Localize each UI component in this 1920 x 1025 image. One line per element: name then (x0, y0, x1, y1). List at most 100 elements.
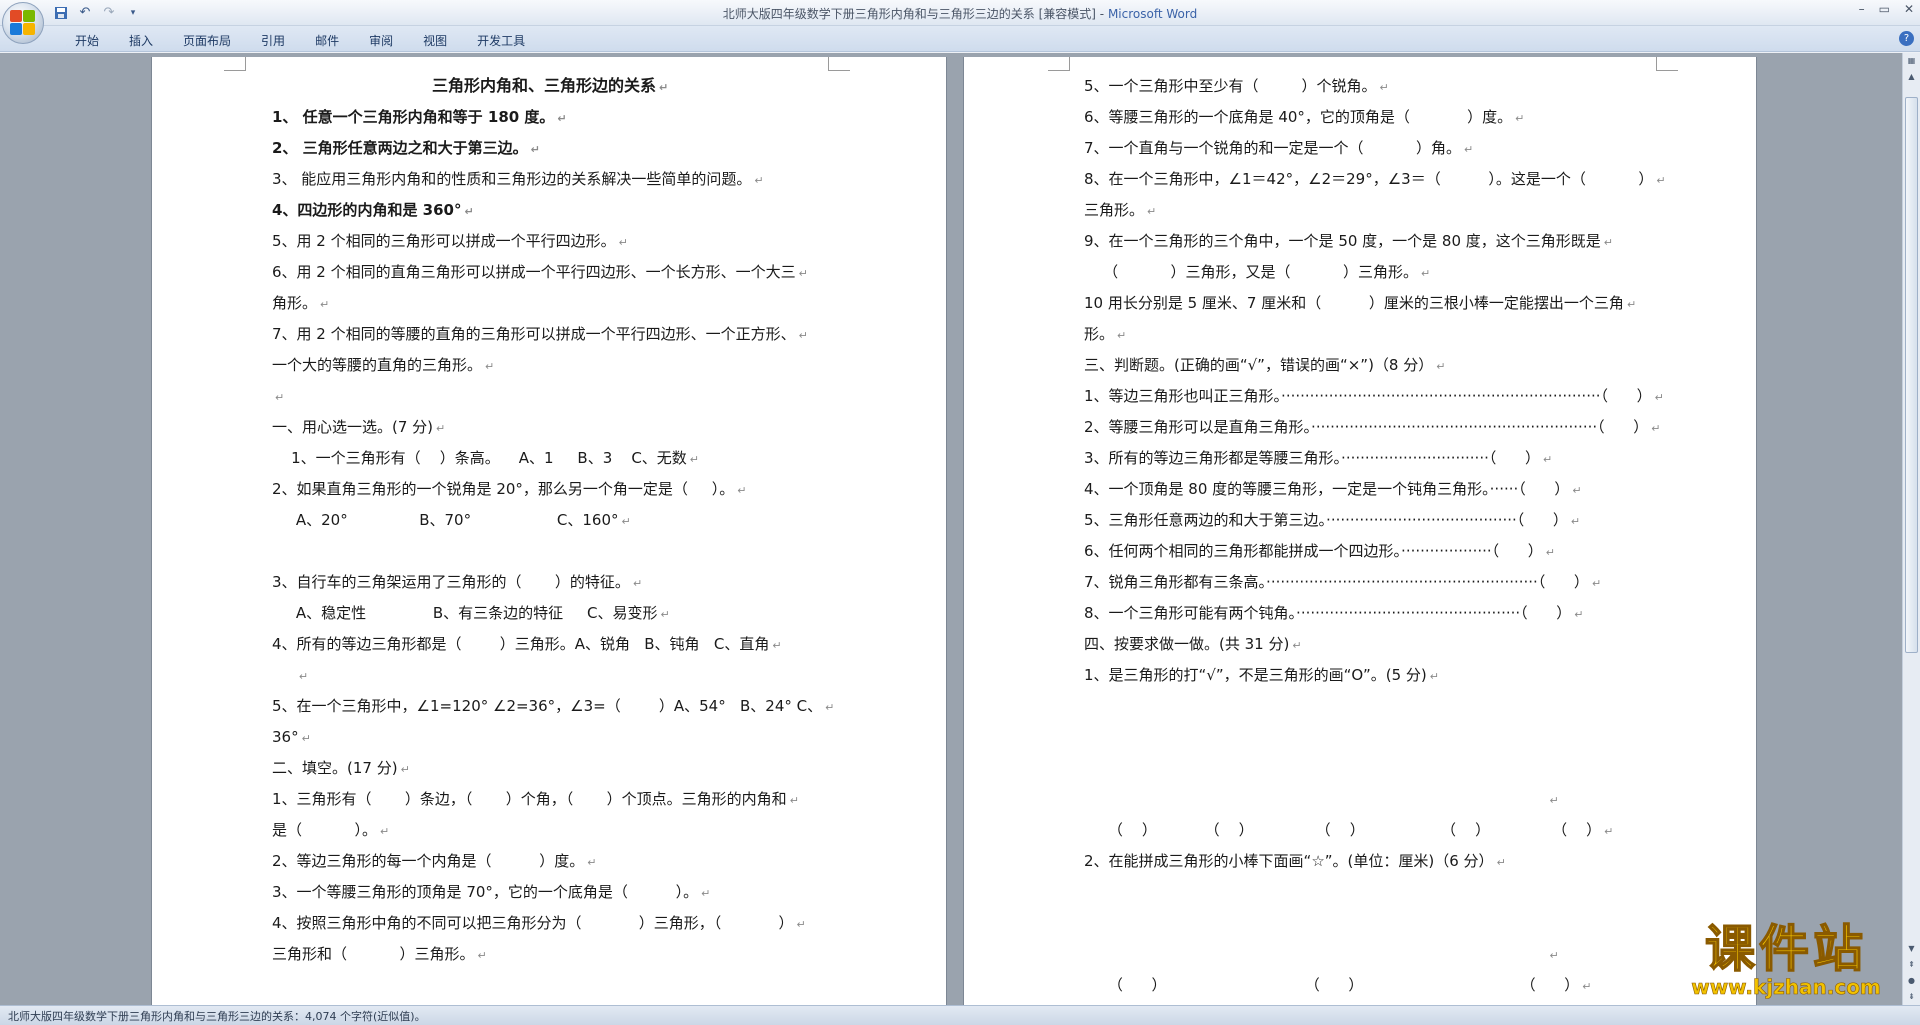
tab-home[interactable]: 开始 (60, 30, 114, 51)
left_page-line: 7、用 2 个相同的等腰的直角的三角形可以拼成一个平行四边形、一个正方形、 ↵ (272, 325, 808, 343)
previous-page-icon[interactable]: ⇞ (1904, 957, 1919, 972)
paragraph-mark-icon: ↵ (587, 856, 597, 869)
paragraph-mark-icon: ↵ (772, 639, 782, 652)
left_page-line: 一、用心选一选。(7 分) ↵ (272, 418, 446, 436)
right_page-line: 7、一个直角与一个锐角的和一定是一个（ ）角。 ↵ (1084, 139, 1474, 157)
right_page-line: 6、任何两个相同的三角形都能拼成一个四边形。··················… (1084, 542, 1555, 560)
right_page-line: 1、等边三角形也叫正三角形。··························… (1084, 387, 1664, 405)
status-text: 北师大版四年级数学下册三角形内角和与三角形三边的关系：4,074 个字符(近似值… (8, 1010, 426, 1023)
tab-developer[interactable]: 开发工具 (462, 30, 540, 51)
paragraph-mark-icon: ↵ (1591, 577, 1602, 590)
close-button[interactable]: ✕ (1904, 2, 1914, 16)
scroll-up-icon[interactable]: ▲ (1904, 69, 1919, 84)
left_page-line: 36° ↵ (272, 728, 311, 746)
paragraph-mark-icon: ↵ (737, 484, 747, 497)
paragraph-mark-icon: ↵ (1436, 360, 1446, 373)
left_page-line: 1、 任意一个三角形内角和等于 180 度。 ↵ (272, 108, 567, 126)
paragraph-mark-icon: ↵ (1292, 639, 1302, 652)
paragraph-mark-icon: ↵ (798, 329, 808, 342)
next-page-icon[interactable]: ⇟ (1904, 989, 1919, 1004)
vertical-scrollbar[interactable]: ▦ ▲ ▼ ⇞ ● ⇟ (1902, 53, 1920, 1005)
status-bar: 北师大版四年级数学下册三角形内角和与三角形三边的关系：4,074 个字符(近似值… (0, 1005, 1920, 1025)
right_page-line: ↵ (1084, 944, 1559, 966)
paragraph-mark-icon: ↵ (1656, 174, 1666, 187)
tab-insert[interactable]: 插入 (114, 30, 168, 51)
window-title: 北师大版四年级数学下册三角形内角和与三角形三边的关系 [兼容模式] - Micr… (722, 7, 1198, 21)
right_page-line: 三、判断题。(正确的画“√”，错误的画“×”)（8 分） ↵ (1084, 356, 1446, 374)
paragraph-mark-icon: ↵ (1147, 205, 1157, 218)
left_page-line: ↵ (272, 665, 308, 687)
office-logo-icon (10, 10, 36, 36)
paragraph-mark-icon: ↵ (660, 608, 670, 621)
left_page-line: 3、自行车的三角架运用了三角形的（ ）的特征。 ↵ (272, 573, 643, 591)
office-button[interactable] (2, 2, 44, 44)
paragraph-mark-icon: ↵ (275, 391, 285, 404)
browse-object-icon[interactable]: ● (1904, 973, 1919, 988)
paragraph-mark-icon: ↵ (621, 515, 631, 528)
document-page-right[interactable]: 5、一个三角形中至少有（ ）个锐角。 ↵ 6、等腰三角形的一个底角是 40°，它的顶… (963, 57, 1757, 1005)
tab-page-layout[interactable]: 页面布局 (168, 30, 246, 51)
maximize-button[interactable]: ▭ (1879, 2, 1890, 16)
left_page-line: 4、所有的等边三角形都是（ ）三角形。A、锐角 B、钝角 C、直角 ↵ (272, 635, 782, 653)
left_page-line: 2、如果直角三角形的一个锐角是 20°，那么另一个角一定是（ ）。 ↵ (272, 480, 747, 498)
paragraph-mark-icon: ↵ (798, 267, 808, 280)
document-area: 三角形内角和、三角形边的关系 ↵ 1、 任意一个三角形内角和等于 180 度。 ↵ 2、… (0, 53, 1902, 1005)
paragraph-mark-icon: ↵ (298, 670, 309, 683)
paragraph-mark-icon: ↵ (1549, 949, 1559, 962)
paragraph-mark-icon: ↵ (485, 360, 495, 373)
watermark-logo: 课件站 www.kjzhan.com (1672, 920, 1900, 998)
margin-corner (1656, 57, 1678, 71)
help-icon[interactable]: ? (1899, 31, 1914, 46)
left_page-line: 一个大的等腰的直角的三角形。 ↵ (272, 356, 495, 374)
paragraph-mark-icon: ↵ (689, 453, 700, 466)
paragraph-mark-icon: ↵ (618, 236, 628, 249)
right_page-line: 2、等腰三角形可以是直角三角形。························… (1084, 418, 1661, 436)
left_page-line: 二、填空。(17 分) ↵ (272, 759, 410, 777)
paragraph-mark-icon: ↵ (632, 577, 643, 590)
watermark-text: 课件站 (1704, 920, 1867, 978)
paragraph-mark-icon: ↵ (1420, 267, 1431, 280)
left_page-line: 4、四边形的内角和是 360° ↵ (272, 201, 474, 219)
scroll-down-icon[interactable]: ▼ (1904, 941, 1919, 956)
paragraph-mark-icon: ↵ (1651, 422, 1661, 435)
left_page-line: 1、一个三角形有（ ）条高。 A、1 B、3 C、无数 ↵ (272, 449, 700, 467)
right_page-line: 5、三角形任意两边的和大于第三边。·······················… (1084, 511, 1581, 529)
paragraph-mark-icon: ↵ (436, 422, 446, 435)
left_page-line: A、20° B、70° C、160° ↵ (272, 511, 631, 529)
left_page-line: 5、在一个三角形中，∠1=120° ∠2=36°，∠3=（ ）A、54° B、2… (272, 697, 835, 715)
document-page-left[interactable]: 三角形内角和、三角形边的关系 ↵ 1、 任意一个三角形内角和等于 180 度。 ↵ 2、… (151, 57, 947, 1005)
left_page-line: 2、 三角形任意两边之和大于第三边。 ↵ (272, 139, 540, 157)
paragraph-mark-icon: ↵ (1117, 329, 1127, 342)
tab-references[interactable]: 引用 (246, 30, 300, 51)
left_page-line: ↵ (272, 386, 284, 408)
tab-review[interactable]: 审阅 (354, 30, 408, 51)
paragraph-mark-icon: ↵ (301, 732, 311, 745)
paragraph-mark-icon: ↵ (477, 949, 487, 962)
tab-mailings[interactable]: 邮件 (300, 30, 354, 51)
paragraph-mark-icon: ↵ (1603, 236, 1614, 249)
paragraph-mark-icon: ↵ (1549, 794, 1559, 807)
paragraph-mark-icon: ↵ (400, 763, 410, 776)
margin-corner (1048, 57, 1070, 71)
left_page-line: 3、一个等腰三角形的顶角是 70°，它的一个底角是（ ）。 ↵ (272, 883, 711, 901)
minimize-button[interactable]: – (1859, 2, 1865, 16)
ruler-toggle-icon[interactable]: ▦ (1904, 53, 1919, 68)
scroll-thumb[interactable] (1905, 97, 1918, 653)
paragraph-mark-icon: ↵ (379, 825, 390, 838)
right_page-line: 形。 ↵ (1084, 325, 1127, 343)
paragraph-mark-icon: ↵ (1496, 856, 1506, 869)
tab-view[interactable]: 视图 (408, 30, 462, 51)
paragraph-mark-icon: ↵ (1582, 980, 1592, 993)
right_page-line: （ ）三角形，又是（ ）三角形。 ↵ (1084, 263, 1431, 281)
paragraph-mark-icon: ↵ (320, 298, 330, 311)
right_page-line: （ ） （ ） （ ） （ ） （ ） ↵ (1084, 821, 1614, 839)
paragraph-mark-icon: ↵ (1545, 546, 1555, 559)
right_page-line: 四、按要求做一做。(共 31 分) ↵ (1084, 635, 1302, 653)
left_page-line: 5、用 2 个相同的三角形可以拼成一个平行四边形。 ↵ (272, 232, 628, 250)
left_page-line: 6、用 2 个相同的直角三角形可以拼成一个平行四边形、一个长方形、一个大三 ↵ (272, 263, 808, 281)
left_page-line: 三角形和（ ）三角形。 ↵ (272, 945, 487, 963)
paragraph-mark-icon: ↵ (1626, 298, 1637, 311)
paragraph-mark-icon: ↵ (659, 81, 669, 94)
margin-corner (828, 57, 850, 71)
left_page-line: 是（ ）。 ↵ (272, 821, 390, 839)
